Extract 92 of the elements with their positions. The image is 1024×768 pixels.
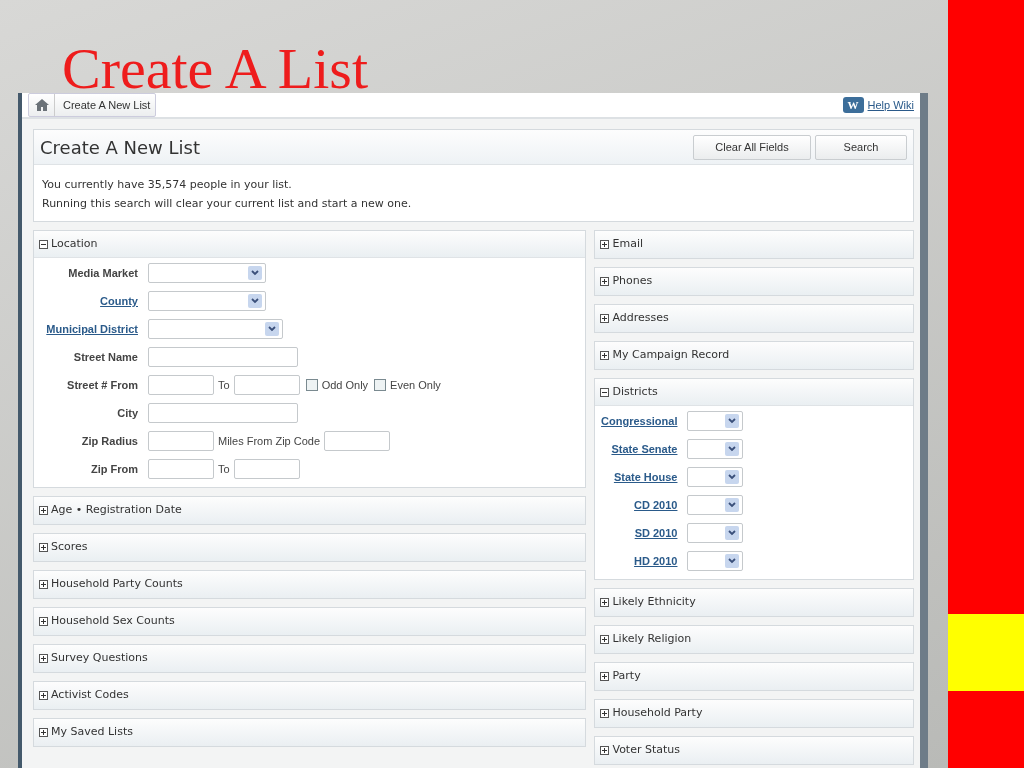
field-link[interactable]: State Senate — [595, 440, 688, 458]
checkbox[interactable] — [305, 379, 318, 391]
caret-icon — [248, 294, 262, 308]
select-field[interactable] — [687, 467, 744, 487]
info-text: You currently have 35,574 people in your list. — [42, 177, 293, 193]
panel-title[interactable]: Location — [51, 235, 98, 253]
field-label: Zip From — [89, 461, 139, 477]
expand-icon[interactable] — [39, 580, 48, 589]
expand-icon[interactable] — [39, 617, 48, 626]
field-link[interactable]: SD 2010 — [595, 524, 688, 542]
caret-icon — [725, 526, 740, 540]
input-field[interactable] — [233, 459, 300, 479]
input-field[interactable] — [148, 459, 214, 479]
expand-icon[interactable] — [600, 351, 610, 360]
field-link[interactable]: CD 2010 — [595, 496, 688, 514]
select-field[interactable] — [148, 319, 283, 339]
panel-title[interactable]: Household Party — [612, 705, 703, 722]
field-label: Media Market — [67, 265, 139, 281]
panel-title[interactable]: Household Sex Counts — [51, 613, 175, 630]
expand-icon[interactable] — [600, 240, 610, 249]
field-link[interactable]: State House — [595, 468, 688, 486]
panel-title[interactable]: Party — [612, 668, 641, 685]
expand-icon[interactable] — [39, 728, 48, 737]
collapse-icon[interactable] — [600, 387, 610, 397]
field-link[interactable]: Municipal District — [34, 320, 148, 338]
field-label: Zip Radius — [80, 433, 139, 449]
input-field[interactable] — [148, 431, 214, 451]
wiki-badge[interactable]: W — [842, 97, 864, 113]
expand-icon[interactable] — [600, 672, 610, 681]
checkbox[interactable] — [374, 379, 387, 391]
panel-title[interactable]: Survey Questions — [51, 650, 148, 667]
field-label: To — [218, 461, 230, 477]
expand-icon[interactable] — [39, 691, 48, 700]
input-field[interactable] — [148, 375, 214, 395]
info-text: Running this search will clear your current list and start a new one. — [42, 196, 413, 212]
slide-title: Create A List — [62, 40, 370, 93]
help-link[interactable]: Help Wiki — [867, 96, 914, 114]
panel-title[interactable]: Likely Religion — [612, 631, 692, 648]
home-icon — [34, 99, 49, 111]
expand-icon[interactable] — [39, 543, 48, 552]
expand-icon[interactable] — [600, 746, 610, 755]
panel-title[interactable]: My Saved Lists — [51, 724, 133, 741]
select-field[interactable] — [687, 523, 744, 543]
select-field[interactable] — [687, 495, 744, 515]
toolbar-button[interactable]: Clear All Fields — [693, 134, 811, 160]
field-label: Street Name — [72, 349, 139, 365]
expand-icon[interactable] — [600, 277, 610, 286]
caret-icon — [725, 498, 740, 512]
expand-icon[interactable] — [600, 635, 610, 644]
panel-title[interactable]: Phones — [612, 273, 653, 290]
page-title: Create A New List — [40, 135, 200, 160]
breadcrumb-link[interactable]: Create A New List — [55, 96, 156, 114]
input-field[interactable] — [148, 403, 298, 423]
collapse-icon[interactable] — [39, 239, 48, 249]
expand-icon[interactable] — [39, 506, 48, 515]
caret-icon — [725, 470, 740, 484]
checkbox-label: Even Only — [390, 377, 441, 393]
field-link[interactable]: County — [34, 292, 148, 310]
field-label: Street # From — [66, 377, 139, 393]
panel-title[interactable]: Email — [612, 236, 643, 253]
select-field[interactable] — [148, 291, 266, 311]
field-link[interactable]: Congressional — [595, 412, 688, 430]
input-field[interactable] — [324, 431, 391, 451]
panel-title[interactable]: Age • Registration Date — [51, 502, 182, 519]
checkbox-label: Odd Only — [321, 377, 369, 393]
field-label: Miles From Zip Code — [218, 433, 321, 449]
panel-title[interactable]: Addresses — [612, 310, 669, 327]
select-field[interactable] — [148, 263, 266, 283]
expand-icon[interactable] — [600, 314, 610, 323]
caret-icon — [265, 322, 279, 336]
input-field[interactable] — [148, 347, 298, 367]
panel-title[interactable]: Districts — [612, 383, 658, 401]
panel-title[interactable]: Scores — [51, 539, 88, 556]
field-label: City — [116, 405, 139, 421]
input-field[interactable] — [233, 375, 300, 395]
panel-title[interactable]: Likely Ethnicity — [612, 594, 696, 611]
panel-title[interactable]: Household Party Counts — [51, 576, 183, 593]
caret-icon — [248, 266, 262, 280]
caret-icon — [725, 414, 740, 428]
select-field[interactable] — [687, 411, 744, 431]
expand-icon[interactable] — [600, 598, 610, 607]
expand-icon[interactable] — [600, 709, 610, 718]
select-field[interactable] — [687, 439, 744, 459]
panel-title[interactable]: Activist Codes — [51, 687, 129, 704]
select-field[interactable] — [687, 551, 744, 571]
caret-icon — [725, 554, 740, 568]
caret-icon — [725, 442, 740, 456]
expand-icon[interactable] — [39, 654, 48, 663]
field-label: To — [218, 377, 230, 393]
toolbar-button[interactable]: Search — [815, 134, 907, 160]
field-link[interactable]: HD 2010 — [595, 552, 688, 570]
panel-title[interactable]: Voter Status — [612, 742, 681, 759]
